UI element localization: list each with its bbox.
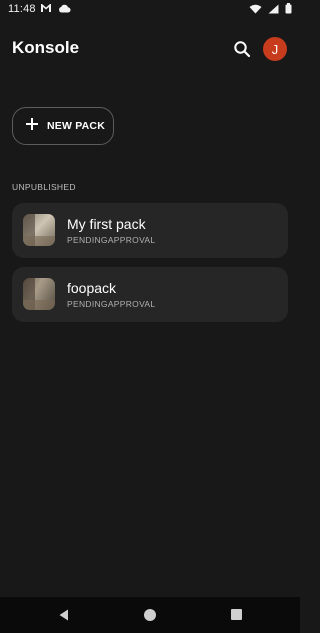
pack-name: My first pack [67, 216, 146, 232]
back-icon[interactable] [57, 608, 71, 622]
avatar[interactable]: J [263, 37, 287, 61]
pack-card[interactable]: My first pack PENDINGAPPROVAL [12, 203, 288, 258]
status-left-icons [40, 3, 71, 16]
pack-thumbnail [23, 278, 55, 310]
avatar-initial: J [271, 41, 279, 57]
pack-thumbnail [23, 214, 55, 246]
status-time: 11:48 [8, 3, 36, 15]
pack-name: foopack [67, 280, 117, 296]
pack-status: PENDINGAPPROVAL [67, 299, 156, 309]
wifi-icon [249, 4, 262, 17]
cloud-icon [58, 4, 71, 16]
search-icon[interactable] [231, 38, 253, 60]
gmail-icon [40, 3, 52, 16]
app-bar: Konsole [0, 30, 300, 70]
app-title: Konsole [12, 38, 80, 57]
plus-icon [25, 117, 39, 136]
section-header-unpublished: UNPUBLISHED [12, 182, 76, 192]
pack-status: PENDINGAPPROVAL [67, 235, 156, 245]
status-bar: 11:48 [0, 0, 300, 20]
recents-icon[interactable] [231, 609, 242, 620]
signal-icon [268, 4, 279, 17]
status-right-icons [249, 3, 292, 17]
new-pack-button[interactable]: NEW PACK [12, 107, 114, 145]
battery-icon [285, 3, 292, 17]
pack-card[interactable]: foopack PENDINGAPPROVAL [12, 267, 288, 322]
system-nav-bar [0, 597, 300, 633]
new-pack-label: NEW PACK [47, 120, 105, 132]
home-icon[interactable] [144, 609, 156, 621]
